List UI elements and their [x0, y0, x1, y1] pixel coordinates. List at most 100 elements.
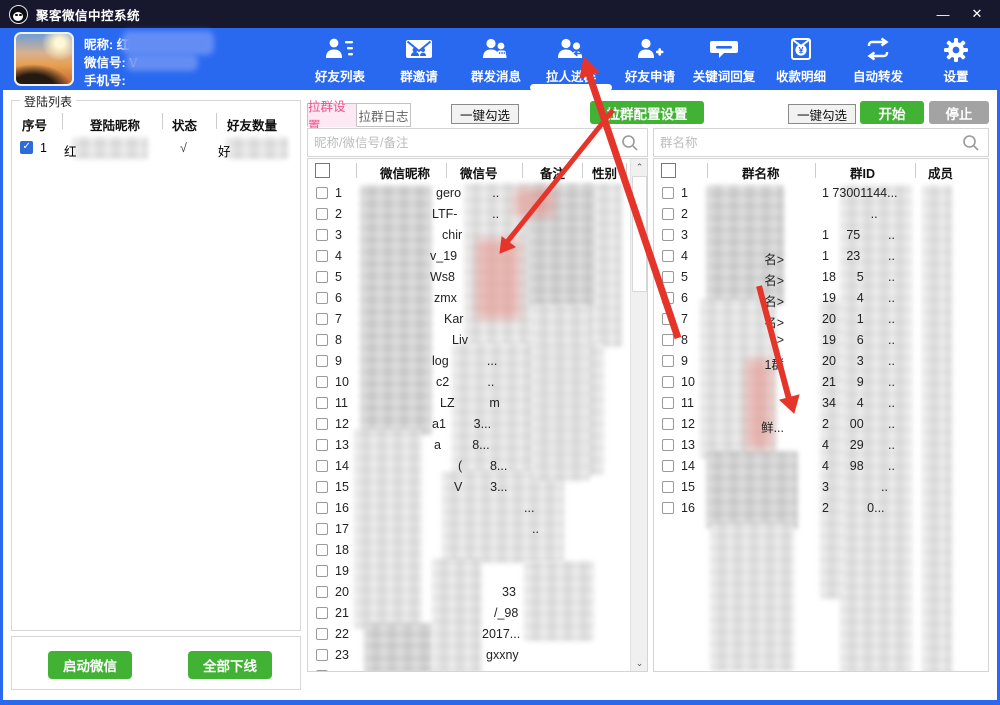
row-number: 18 — [335, 543, 349, 557]
row-checkbox[interactable] — [662, 355, 674, 367]
row-checkbox[interactable] — [316, 313, 328, 325]
row-checkbox[interactable] — [316, 628, 328, 640]
nav-pull-into-group[interactable]: 拉人进群 — [533, 33, 609, 87]
friend-search-input[interactable] — [314, 130, 599, 155]
minimize-button[interactable]: — — [926, 0, 960, 28]
nav-payment-detail[interactable]: ¥ 收款明细 — [763, 33, 839, 87]
scroll-down-icon[interactable]: ⌄ — [631, 655, 648, 671]
row-checkbox[interactable] — [662, 187, 674, 199]
censor-blur — [354, 429, 422, 629]
start-button[interactable]: 开始 — [860, 101, 924, 124]
row-wechat-id: Kar — [428, 312, 463, 326]
row-checkbox[interactable] — [316, 418, 328, 430]
row-checkbox[interactable] — [316, 208, 328, 220]
nav-keyword-reply[interactable]: 关键词回复 — [686, 33, 762, 87]
row-checkbox[interactable] — [316, 649, 328, 661]
row-checkbox[interactable] — [316, 250, 328, 262]
row-number: 13 — [681, 438, 695, 452]
row-checkbox[interactable] — [662, 460, 674, 472]
nav-group-invite[interactable]: 群邀请 — [381, 33, 457, 87]
scrollbar-thumb[interactable] — [632, 176, 647, 292]
row-checkbox[interactable] — [316, 670, 328, 671]
row-checkbox[interactable] — [662, 334, 674, 346]
row-checkbox[interactable] — [316, 292, 328, 304]
row-group-id: 4 29 .. — [822, 438, 895, 452]
close-button[interactable]: ✕ — [960, 0, 994, 28]
select-all-friends-checkbox[interactable] — [315, 163, 330, 178]
row-wechat-id: V 3... — [428, 480, 508, 494]
start-wechat-button[interactable]: 启动微信 — [48, 651, 132, 679]
search-icon[interactable] — [962, 134, 980, 152]
row-checkbox[interactable] — [316, 544, 328, 556]
row-checkbox[interactable] — [662, 481, 674, 493]
tab-pull-group-settings[interactable]: 拉群设置 — [307, 103, 357, 127]
row-checkbox[interactable] — [662, 397, 674, 409]
nav-mass-message[interactable]: 群发消息 — [458, 33, 534, 87]
row-checkbox[interactable] — [316, 376, 328, 388]
login-row-checkbox[interactable] — [20, 141, 33, 154]
row-group-name: 1群 — [702, 354, 784, 373]
row-group-id: 2 0... — [822, 501, 885, 515]
row-number: 13 — [335, 438, 349, 452]
col-gender: 性别 — [592, 163, 617, 182]
right-search-box — [653, 128, 989, 157]
row-number: 12 — [681, 417, 695, 431]
censor-blur-red — [476, 239, 520, 319]
row-number: 4 — [335, 249, 342, 263]
search-icon[interactable] — [621, 134, 639, 152]
censor-blur — [532, 305, 590, 481]
tab-pull-group-log[interactable]: 拉群日志 — [357, 103, 411, 127]
row-checkbox[interactable] — [316, 187, 328, 199]
stop-button[interactable]: 停止 — [929, 101, 989, 124]
row-checkbox[interactable] — [316, 586, 328, 598]
nav-friend-request[interactable]: 好友申请 — [612, 33, 688, 87]
nav-auto-forward[interactable]: 自动转发 — [840, 33, 916, 87]
app-window: 聚客微信中控系统 — ✕ 昵称: 红 微信号: V 手机号: 好友列表 — [0, 0, 1000, 705]
row-checkbox[interactable] — [662, 208, 674, 220]
row-checkbox[interactable] — [316, 271, 328, 283]
censor-blur — [360, 185, 432, 435]
row-group-id: 2 00 .. — [822, 417, 895, 431]
row-number: 3 — [681, 228, 688, 242]
row-checkbox[interactable] — [662, 271, 674, 283]
select-all-right-button[interactable]: 一键勾选 — [788, 104, 856, 124]
select-all-groups-checkbox[interactable] — [661, 163, 676, 178]
friends-table-scrollbar[interactable]: ⌃ ⌄ — [630, 159, 647, 671]
select-all-left-button[interactable]: 一键勾选 — [451, 104, 519, 124]
row-checkbox[interactable] — [662, 292, 674, 304]
row-checkbox[interactable] — [662, 376, 674, 388]
row-checkbox[interactable] — [316, 502, 328, 514]
row-checkbox[interactable] — [316, 481, 328, 493]
row-checkbox[interactable] — [316, 565, 328, 577]
row-checkbox[interactable] — [316, 355, 328, 367]
row-checkbox[interactable] — [662, 418, 674, 430]
row-checkbox[interactable] — [316, 460, 328, 472]
scroll-up-icon[interactable]: ⌃ — [631, 159, 648, 175]
row-wechat-id: chir — [428, 228, 462, 242]
row-checkbox[interactable] — [662, 250, 674, 262]
pull-group-config-button[interactable]: 拉群配置设置 — [590, 101, 704, 124]
row-checkbox[interactable] — [316, 607, 328, 619]
row-checkbox[interactable] — [316, 523, 328, 535]
nav-friend-list[interactable]: 好友列表 — [302, 33, 378, 87]
col-group-id: 群ID — [850, 163, 875, 182]
row-checkbox[interactable] — [316, 439, 328, 451]
row-checkbox[interactable] — [662, 502, 674, 514]
login-row-no: 1 — [40, 141, 47, 155]
group-search-input[interactable] — [660, 130, 941, 155]
row-checkbox[interactable] — [662, 439, 674, 451]
row-checkbox[interactable] — [316, 397, 328, 409]
user-avatar[interactable] — [14, 32, 74, 86]
row-group-id: 19 6 .. — [822, 333, 895, 347]
row-checkbox[interactable] — [662, 313, 674, 325]
row-wechat-id: ... — [428, 501, 534, 515]
row-number: 12 — [335, 417, 349, 431]
row-number: 9 — [335, 354, 342, 368]
row-checkbox[interactable] — [316, 334, 328, 346]
row-number: 1 — [335, 186, 342, 200]
all-offline-button[interactable]: 全部下线 — [188, 651, 272, 679]
row-number: 15 — [335, 480, 349, 494]
row-checkbox[interactable] — [662, 229, 674, 241]
nav-settings[interactable]: 设置 — [918, 33, 994, 87]
row-checkbox[interactable] — [316, 229, 328, 241]
